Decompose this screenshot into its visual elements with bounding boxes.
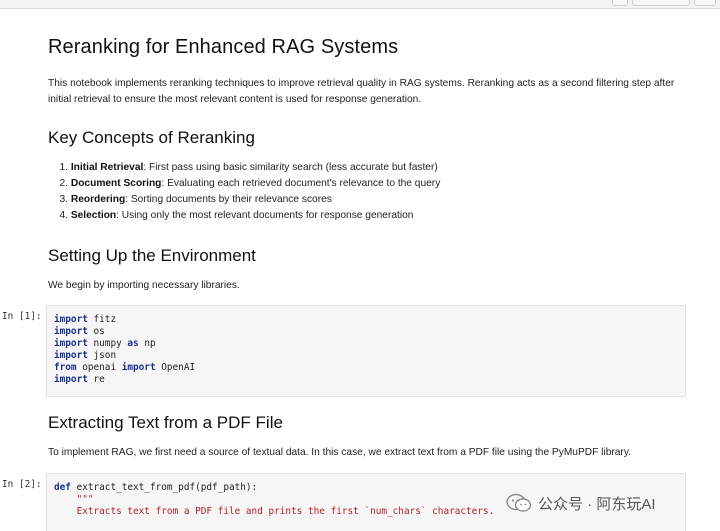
code-token: json xyxy=(87,350,117,361)
code-string: Extracts text from a PDF file and prints… xyxy=(54,506,495,517)
code-token: np xyxy=(138,338,156,349)
watermark-text: 公众号 · 阿东玩AI xyxy=(538,495,656,513)
code-keyword: from xyxy=(54,362,77,373)
concept-item: 3. Reordering: Sorting documents by thei… xyxy=(48,192,440,208)
toolbar-button[interactable] xyxy=(632,0,690,6)
browser-toolbar xyxy=(0,0,720,9)
code-token: re xyxy=(87,374,105,385)
setup-heading: Setting Up the Environment xyxy=(48,246,256,265)
page-title: Reranking for Enhanced RAG Systems xyxy=(48,36,399,58)
code-line: import re xyxy=(54,374,195,386)
code-token: fitz xyxy=(87,314,117,325)
cell-prompt: In [1]: xyxy=(2,311,42,322)
concepts-list: 1. Initial Retrieval: First pass using b… xyxy=(48,160,441,224)
concept-number: 4. xyxy=(59,210,69,221)
code-keyword: def xyxy=(54,482,71,493)
concepts-heading: Key Concepts of Reranking xyxy=(48,128,255,147)
code-keyword: import xyxy=(54,338,88,349)
concept-description: : Sorting documents by their relevance s… xyxy=(125,194,332,205)
concept-term: Reordering xyxy=(70,194,126,205)
concept-number: 3. xyxy=(59,194,69,205)
concept-item: 2. Document Scoring: Evaluating each ret… xyxy=(48,176,441,192)
code-token: numpy xyxy=(87,338,128,349)
concept-description: : Using only the most relevant documents… xyxy=(116,210,414,221)
concept-item: 1. Initial Retrieval: First pass using b… xyxy=(48,160,440,176)
cell-prompt: In [2]: xyxy=(2,479,42,490)
code-block[interactable]: import fitz import os import numpy as np im… xyxy=(54,314,195,386)
code-line: import numpy as np xyxy=(54,338,195,350)
code-line: """ xyxy=(54,494,494,506)
code-line: def extract_text_from_pdf(pdf_path): xyxy=(54,482,494,494)
concept-term: Initial Retrieval xyxy=(70,162,144,173)
notebook-page: Reranking for Enhanced RAG Systems This … xyxy=(0,0,720,531)
code-token: openai xyxy=(76,362,122,373)
watermark: 公众号 · 阿东玩AI xyxy=(506,492,656,514)
pdf-paragraph: To implement RAG, we first need a source… xyxy=(48,447,631,458)
code-keyword: import xyxy=(54,350,88,361)
concept-description: : First pass using basic similarity sear… xyxy=(143,162,438,173)
toolbar-button[interactable] xyxy=(612,0,628,6)
toolbar-button[interactable] xyxy=(694,0,716,6)
code-token: OpenAI xyxy=(155,362,196,373)
concept-number: 1. xyxy=(59,162,69,173)
code-block[interactable]: def extract_text_from_pdf(pdf_path): """… xyxy=(54,482,494,518)
code-keyword: import xyxy=(54,314,88,325)
code-line: import os xyxy=(54,326,195,338)
wechat-icon xyxy=(506,493,532,512)
code-string: """ xyxy=(54,494,94,505)
concept-item: 4. Selection: Using only the most releva… xyxy=(48,208,440,224)
concept-term: Selection xyxy=(70,210,117,221)
pdf-heading: Extracting Text from a PDF File xyxy=(48,413,283,432)
code-line: Extracts text from a PDF file and prints… xyxy=(54,506,495,518)
code-line: from openai import OpenAI xyxy=(54,362,195,374)
code-keyword: import xyxy=(54,326,88,337)
code-keyword: as xyxy=(127,338,139,349)
code-keyword: import xyxy=(121,362,156,373)
concept-description: : Evaluating each retrieved document's r… xyxy=(161,178,441,189)
concept-number: 2. xyxy=(59,178,69,189)
code-token: os xyxy=(87,326,105,337)
code-keyword: import xyxy=(54,374,88,385)
setup-paragraph: We begin by importing necessary librarie… xyxy=(48,280,240,291)
concept-term: Document Scoring xyxy=(70,178,162,189)
code-cell[interactable]: import fitz import os import numpy as np im… xyxy=(46,305,686,397)
intro-paragraph: This notebook implements reranking techn… xyxy=(48,78,675,105)
code-line: import json xyxy=(54,350,195,362)
code-line: import fitz xyxy=(54,314,195,326)
code-token: extract_text_from_pdf(pdf_path): xyxy=(70,482,258,493)
